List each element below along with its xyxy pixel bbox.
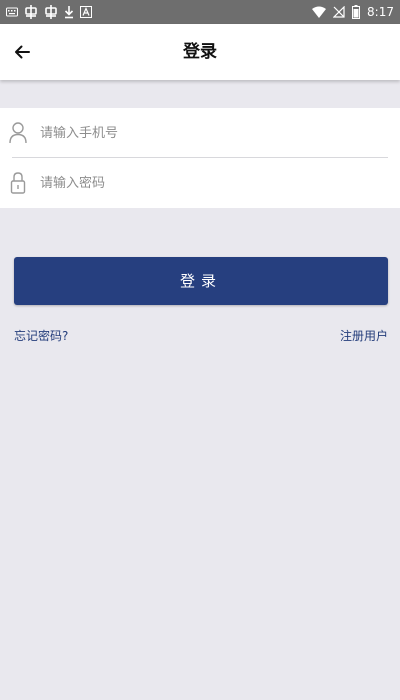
login-form [0, 108, 400, 208]
download-icon [64, 6, 74, 19]
keyboard-icon [6, 7, 18, 17]
bug-icon [25, 5, 37, 19]
status-bar: 8:17 [0, 0, 400, 24]
status-bar-notifications [6, 3, 92, 21]
register-link[interactable]: 注册用户 [340, 327, 388, 344]
app-bar: 登录 [0, 24, 400, 80]
status-bar-time: 8:17 [367, 5, 394, 19]
wifi-icon [312, 6, 327, 18]
page-title: 登录 [183, 42, 217, 62]
password-row [0, 158, 400, 208]
user-icon [9, 122, 27, 144]
bug-icon [45, 5, 57, 19]
forgot-password-link[interactable]: 忘记密码? [14, 327, 68, 344]
lock-icon [10, 172, 26, 194]
phone-row [0, 108, 400, 158]
phone-input[interactable] [40, 118, 380, 148]
no-signal-icon [333, 6, 345, 18]
status-bar-system: 8:17 [312, 3, 394, 21]
battery-icon [352, 5, 361, 19]
login-button[interactable]: 登录 [14, 257, 388, 305]
password-input[interactable] [40, 168, 380, 198]
text-a-icon [80, 6, 92, 18]
